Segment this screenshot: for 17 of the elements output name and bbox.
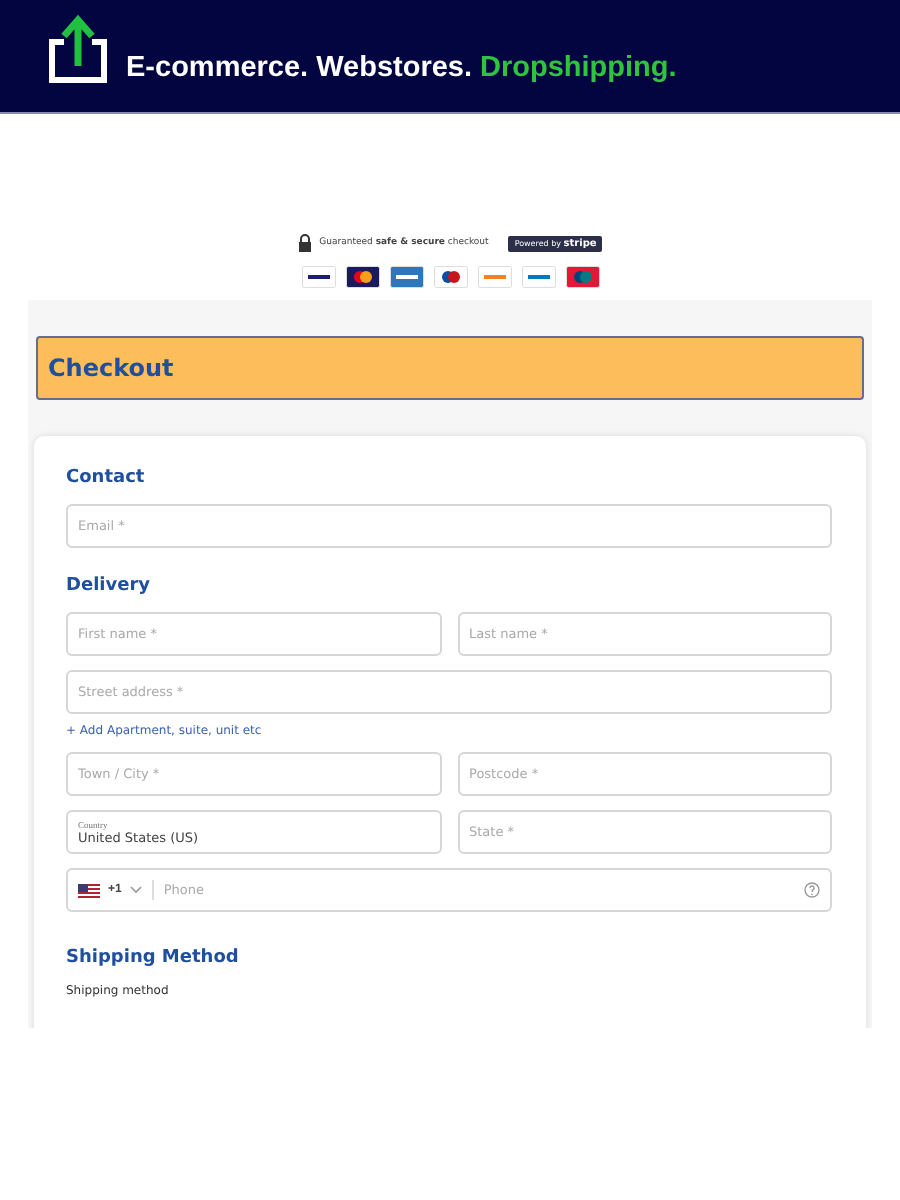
flag-icon	[78, 883, 100, 897]
share-icon	[46, 14, 110, 86]
payment-card-icon	[345, 266, 379, 288]
payment-card-icon	[389, 266, 423, 288]
payment-card-icon	[301, 266, 335, 288]
section-heading: Shipping Method	[66, 948, 241, 968]
help-icon[interactable]	[804, 882, 820, 898]
lock-icon	[297, 234, 312, 252]
section-heading: Contact	[66, 468, 147, 488]
payment-card-icon	[521, 266, 555, 288]
payment-card-icon	[565, 266, 599, 288]
payment-card-icon	[477, 266, 511, 288]
chevron-down-icon	[129, 886, 142, 894]
tagline: E-commerce. Webstores. Dropshipping.	[126, 52, 677, 84]
checkout-title: Checkout	[48, 354, 174, 382]
section-heading: Delivery	[66, 576, 153, 596]
payment-card-icon	[433, 266, 467, 288]
